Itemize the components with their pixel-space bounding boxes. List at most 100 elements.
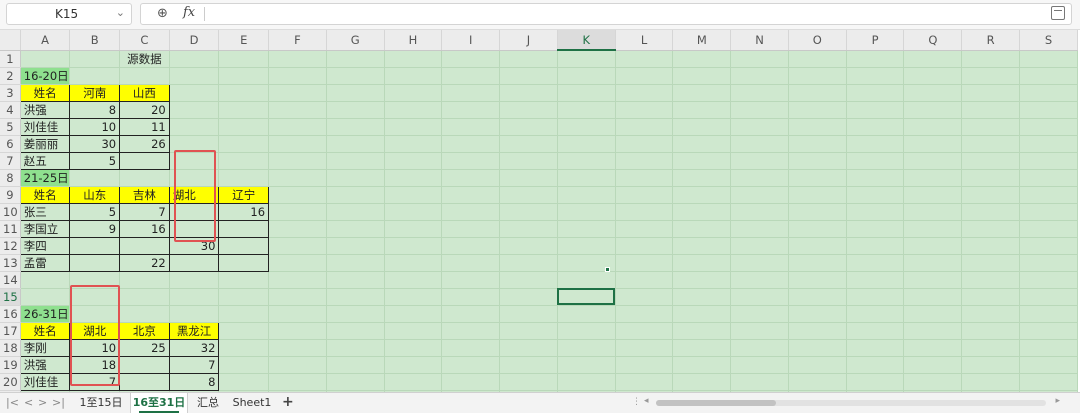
- cell[interactable]: [218, 356, 270, 374]
- cell-header[interactable]: 山西: [119, 83, 170, 102]
- cell[interactable]: [268, 356, 327, 374]
- name-box[interactable]: K15 ⌄: [6, 3, 132, 25]
- cell[interactable]: [846, 203, 905, 221]
- cell[interactable]: [730, 203, 789, 221]
- cell[interactable]: [441, 356, 501, 374]
- cell[interactable]: [441, 220, 501, 238]
- cell-name[interactable]: 李四: [19, 236, 71, 255]
- cell-value[interactable]: [218, 236, 270, 255]
- cell[interactable]: [730, 271, 789, 289]
- column-header[interactable]: B: [69, 30, 121, 51]
- cell[interactable]: [268, 203, 327, 221]
- cell[interactable]: [961, 67, 1020, 85]
- cell[interactable]: [672, 220, 732, 238]
- cell[interactable]: [672, 237, 732, 255]
- cell[interactable]: [788, 203, 847, 221]
- row-header[interactable]: 16: [0, 305, 21, 323]
- cell[interactable]: [384, 322, 443, 340]
- row-header[interactable]: 5: [0, 118, 21, 136]
- cell[interactable]: [672, 101, 732, 119]
- column-header[interactable]: O: [788, 30, 847, 51]
- cell[interactable]: [326, 118, 385, 136]
- horizontal-scrollbar[interactable]: ◂ ▸: [644, 396, 1064, 410]
- row-header[interactable]: 9: [0, 186, 21, 204]
- cell[interactable]: [903, 203, 963, 221]
- cell[interactable]: [557, 169, 616, 187]
- cell[interactable]: [268, 271, 327, 289]
- cell[interactable]: [441, 288, 501, 306]
- cell[interactable]: [326, 305, 385, 323]
- cell[interactable]: [499, 237, 558, 255]
- cell[interactable]: [961, 271, 1020, 289]
- cell[interactable]: [384, 339, 443, 357]
- column-header[interactable]: E: [218, 30, 270, 51]
- cell[interactable]: [326, 50, 385, 68]
- cell[interactable]: [384, 135, 443, 153]
- cell-name[interactable]: 姜丽丽: [19, 134, 71, 153]
- cell[interactable]: [218, 135, 270, 153]
- cell[interactable]: [903, 84, 963, 102]
- cell[interactable]: [441, 322, 501, 340]
- cell[interactable]: [169, 271, 220, 289]
- cell[interactable]: [326, 152, 385, 170]
- cell-value[interactable]: 32: [168, 338, 220, 357]
- cell[interactable]: [672, 186, 732, 204]
- cell[interactable]: [384, 220, 443, 238]
- cell[interactable]: [268, 288, 327, 306]
- cell[interactable]: [218, 67, 270, 85]
- cell[interactable]: [69, 169, 121, 187]
- column-header[interactable]: Q: [903, 30, 963, 51]
- cell[interactable]: [326, 288, 385, 306]
- cell[interactable]: [384, 203, 443, 221]
- cell-value[interactable]: 30: [168, 236, 220, 255]
- cell-name[interactable]: 刘佳佳: [19, 117, 71, 136]
- cell[interactable]: [730, 67, 789, 85]
- cell[interactable]: [557, 356, 616, 374]
- cell[interactable]: [499, 220, 558, 238]
- cell-value[interactable]: [119, 151, 170, 170]
- cell[interactable]: [326, 186, 385, 204]
- column-header[interactable]: S: [1019, 30, 1078, 51]
- cell-name[interactable]: 赵五: [19, 151, 71, 170]
- cell[interactable]: [672, 305, 732, 323]
- cell-header[interactable]: 河南: [69, 83, 121, 102]
- row-header[interactable]: 14: [0, 271, 21, 289]
- column-header[interactable]: D: [169, 30, 220, 51]
- cell[interactable]: [384, 67, 443, 85]
- cell-value[interactable]: 7: [168, 355, 220, 374]
- first-sheet-icon[interactable]: |<: [6, 396, 19, 409]
- cell[interactable]: [672, 203, 732, 221]
- cell[interactable]: [1019, 254, 1078, 272]
- cell[interactable]: [788, 339, 847, 357]
- sheet-tab[interactable]: Sheet1: [228, 393, 276, 413]
- cell[interactable]: [499, 254, 558, 272]
- cell[interactable]: [20, 271, 71, 289]
- cell-name[interactable]: 孟雷: [19, 253, 71, 272]
- cell[interactable]: [903, 373, 963, 391]
- cell[interactable]: [615, 169, 674, 187]
- cell[interactable]: [326, 373, 385, 391]
- cell-header[interactable]: 姓名: [19, 185, 71, 204]
- cell[interactable]: [615, 254, 674, 272]
- cell[interactable]: [441, 373, 501, 391]
- cell[interactable]: [1019, 135, 1078, 153]
- cell-name[interactable]: 刘佳佳: [19, 372, 71, 391]
- cell[interactable]: [1019, 220, 1078, 238]
- cell[interactable]: [615, 84, 674, 102]
- cell[interactable]: [557, 186, 616, 204]
- cell[interactable]: [846, 67, 905, 85]
- cell[interactable]: [326, 356, 385, 374]
- cell[interactable]: [268, 135, 327, 153]
- cell-name[interactable]: 张三: [19, 202, 71, 221]
- cell[interactable]: [384, 101, 443, 119]
- cell[interactable]: [961, 84, 1020, 102]
- cell[interactable]: [557, 101, 616, 119]
- cell-value[interactable]: 18: [69, 355, 121, 374]
- cell[interactable]: [961, 373, 1020, 391]
- cell[interactable]: [268, 186, 327, 204]
- previous-sheet-icon[interactable]: <: [24, 396, 33, 409]
- cell[interactable]: [615, 322, 674, 340]
- cell-value[interactable]: 26: [119, 134, 170, 153]
- cell[interactable]: [903, 67, 963, 85]
- cell[interactable]: [499, 67, 558, 85]
